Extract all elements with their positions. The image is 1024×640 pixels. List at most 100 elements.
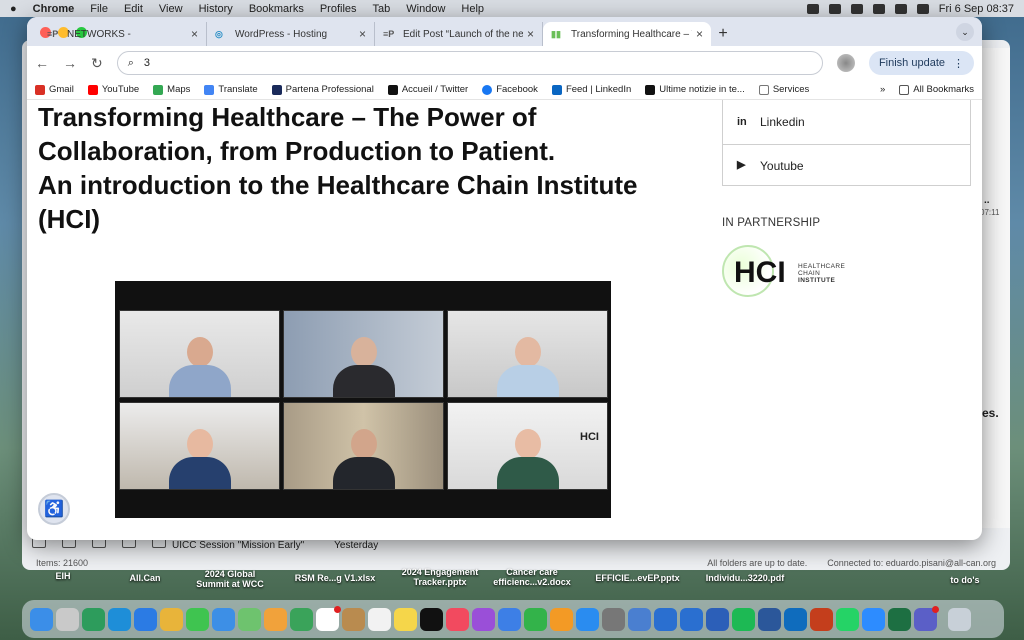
desktop-file[interactable]: All.Can (120, 573, 170, 583)
close-icon[interactable]: × (527, 27, 534, 41)
menu-edit[interactable]: Edit (124, 3, 143, 15)
menu-bookmarks[interactable]: Bookmarks (249, 3, 304, 15)
notes-icon[interactable] (394, 607, 417, 631)
excel-icon[interactable] (888, 607, 911, 631)
messages-icon[interactable] (186, 607, 209, 631)
tab-edit-post[interactable]: ≡P Edit Post “Launch of the new × (375, 22, 543, 46)
trash-icon[interactable] (948, 607, 971, 631)
maps-icon[interactable] (238, 607, 261, 631)
menu-file[interactable]: File (90, 3, 108, 15)
facetime-icon[interactable] (290, 607, 313, 631)
menu-tab[interactable]: Tab (373, 3, 391, 15)
address-bar[interactable]: ⌕ 3 (116, 51, 823, 75)
tab-wordpress[interactable]: ◎ WordPress - Hosting × (207, 22, 375, 46)
bookmark-linkedin[interactable]: Feed | LinkedIn (551, 84, 631, 95)
close-icon[interactable]: × (696, 27, 703, 41)
social-link-linkedin[interactable]: in Linkedin (723, 100, 970, 144)
bookmark-facebook[interactable]: Facebook (482, 84, 538, 95)
desktop-file[interactable]: RSM Re...g V1.xlsx (290, 573, 380, 583)
music-icon[interactable] (446, 607, 469, 631)
app-icon[interactable] (654, 607, 677, 631)
accessibility-widget-button[interactable]: ♿ (38, 493, 70, 525)
reminders-icon[interactable] (368, 607, 391, 631)
desktop-file[interactable]: Cancer care efficienc...v2.docx (487, 567, 577, 587)
app-store-icon[interactable] (576, 607, 599, 631)
bookmark-youtube[interactable]: YouTube (87, 84, 139, 95)
word-icon[interactable] (758, 607, 781, 631)
finder-icon[interactable] (30, 607, 53, 631)
desktop-file[interactable]: EFFICIE...evEP.pptx (590, 573, 685, 583)
bookmarks-overflow-button[interactable]: » (880, 84, 885, 95)
pages-icon[interactable] (550, 607, 573, 631)
bluetooth-icon[interactable] (828, 3, 841, 14)
safari-icon[interactable] (134, 607, 157, 631)
tab-transforming-healthcare[interactable]: ▮▮ Transforming Healthcare – Th × (543, 22, 711, 46)
zoom-icon[interactable] (862, 607, 885, 631)
close-icon[interactable]: × (191, 27, 198, 41)
teams-icon[interactable] (914, 605, 939, 631)
desktop-file[interactable]: 2024 Global Summit at WCC (190, 569, 270, 589)
zoom-status-icon[interactable] (806, 3, 819, 14)
menu-clock[interactable]: Fri 6 Sep 08:37 (939, 3, 1014, 15)
bookmark-gmail[interactable]: Gmail (35, 84, 74, 95)
close-icon[interactable]: × (359, 27, 366, 41)
apple-menu-icon[interactable]: ● (10, 3, 17, 15)
desktop-file[interactable]: Individu...3220.pdf (700, 573, 790, 583)
menu-history[interactable]: History (199, 3, 233, 15)
app-icon[interactable] (82, 607, 105, 631)
video-tile: HCI (447, 402, 608, 490)
profile-avatar[interactable] (836, 54, 855, 72)
spotify-icon[interactable] (732, 607, 755, 631)
tab-networks[interactable]: ≡P NETWORKS - × (39, 22, 207, 46)
calendar-icon[interactable] (316, 605, 341, 631)
numbers-icon[interactable] (524, 607, 547, 631)
system-settings-icon[interactable] (602, 607, 625, 631)
desktop-file[interactable]: 2024 Engagement Tracker.pptx (395, 567, 485, 587)
menu-help[interactable]: Help (461, 3, 484, 15)
bookmark-twitter[interactable]: Accueil / Twitter (387, 84, 468, 95)
desktop-file[interactable]: to do's (940, 575, 990, 585)
search-icon[interactable] (894, 3, 907, 14)
contacts-icon[interactable] (342, 607, 365, 631)
launchpad-icon[interactable] (56, 607, 79, 631)
menu-profiles[interactable]: Profiles (320, 3, 357, 15)
wifi-icon[interactable] (872, 3, 885, 14)
app-icon[interactable] (680, 607, 703, 631)
reload-icon[interactable]: ↻ (91, 55, 103, 72)
mail-side-time: 07:11 (980, 208, 1000, 217)
bookmark-maps[interactable]: Maps (153, 84, 190, 95)
app-icon[interactable] (706, 607, 729, 631)
social-link-youtube[interactable]: ▶ Youtube (723, 144, 970, 186)
finish-update-button[interactable]: Finish update ⋮ (868, 51, 974, 75)
linkedin-icon (551, 84, 562, 95)
menu-view[interactable]: View (159, 3, 183, 15)
powerpoint-icon[interactable] (810, 607, 833, 631)
bookmark-services[interactable]: Services (758, 84, 809, 95)
outlook-icon[interactable] (784, 607, 807, 631)
menu-app-name[interactable]: Chrome (33, 3, 75, 15)
all-bookmarks-button[interactable]: All Bookmarks (899, 84, 974, 95)
new-tab-button[interactable]: + (711, 22, 735, 46)
bookmark-ultime-notizie[interactable]: Ultime notizie in te... (645, 84, 745, 95)
chrome-icon[interactable] (160, 607, 183, 631)
back-icon[interactable]: ← (35, 55, 49, 71)
apple-tv-icon[interactable] (420, 607, 443, 631)
bookmark-partena[interactable]: Partena Professional (271, 84, 374, 95)
whatsapp-icon[interactable] (836, 607, 859, 631)
forward-icon[interactable]: → (63, 55, 77, 71)
mail-icon[interactable] (212, 607, 235, 631)
tab-search-button[interactable]: ⌄ (956, 23, 974, 41)
battery-icon[interactable] (850, 3, 863, 14)
video-tile (283, 310, 444, 398)
menu-window[interactable]: Window (406, 3, 445, 15)
photos-icon[interactable] (264, 607, 287, 631)
keynote-icon[interactable] (498, 607, 521, 631)
desktop-file[interactable]: EIH (48, 571, 78, 581)
app-icon[interactable] (628, 607, 651, 631)
skype-icon[interactable] (108, 607, 131, 631)
address-input[interactable]: 3 (144, 57, 150, 69)
control-center-icon[interactable] (916, 3, 929, 14)
podcasts-icon[interactable] (472, 607, 495, 631)
bookmark-translate[interactable]: Translate (204, 84, 258, 95)
hci-partner-logo[interactable]: HCI HEALTHCARE CHAIN INSTITUTE (722, 243, 872, 303)
